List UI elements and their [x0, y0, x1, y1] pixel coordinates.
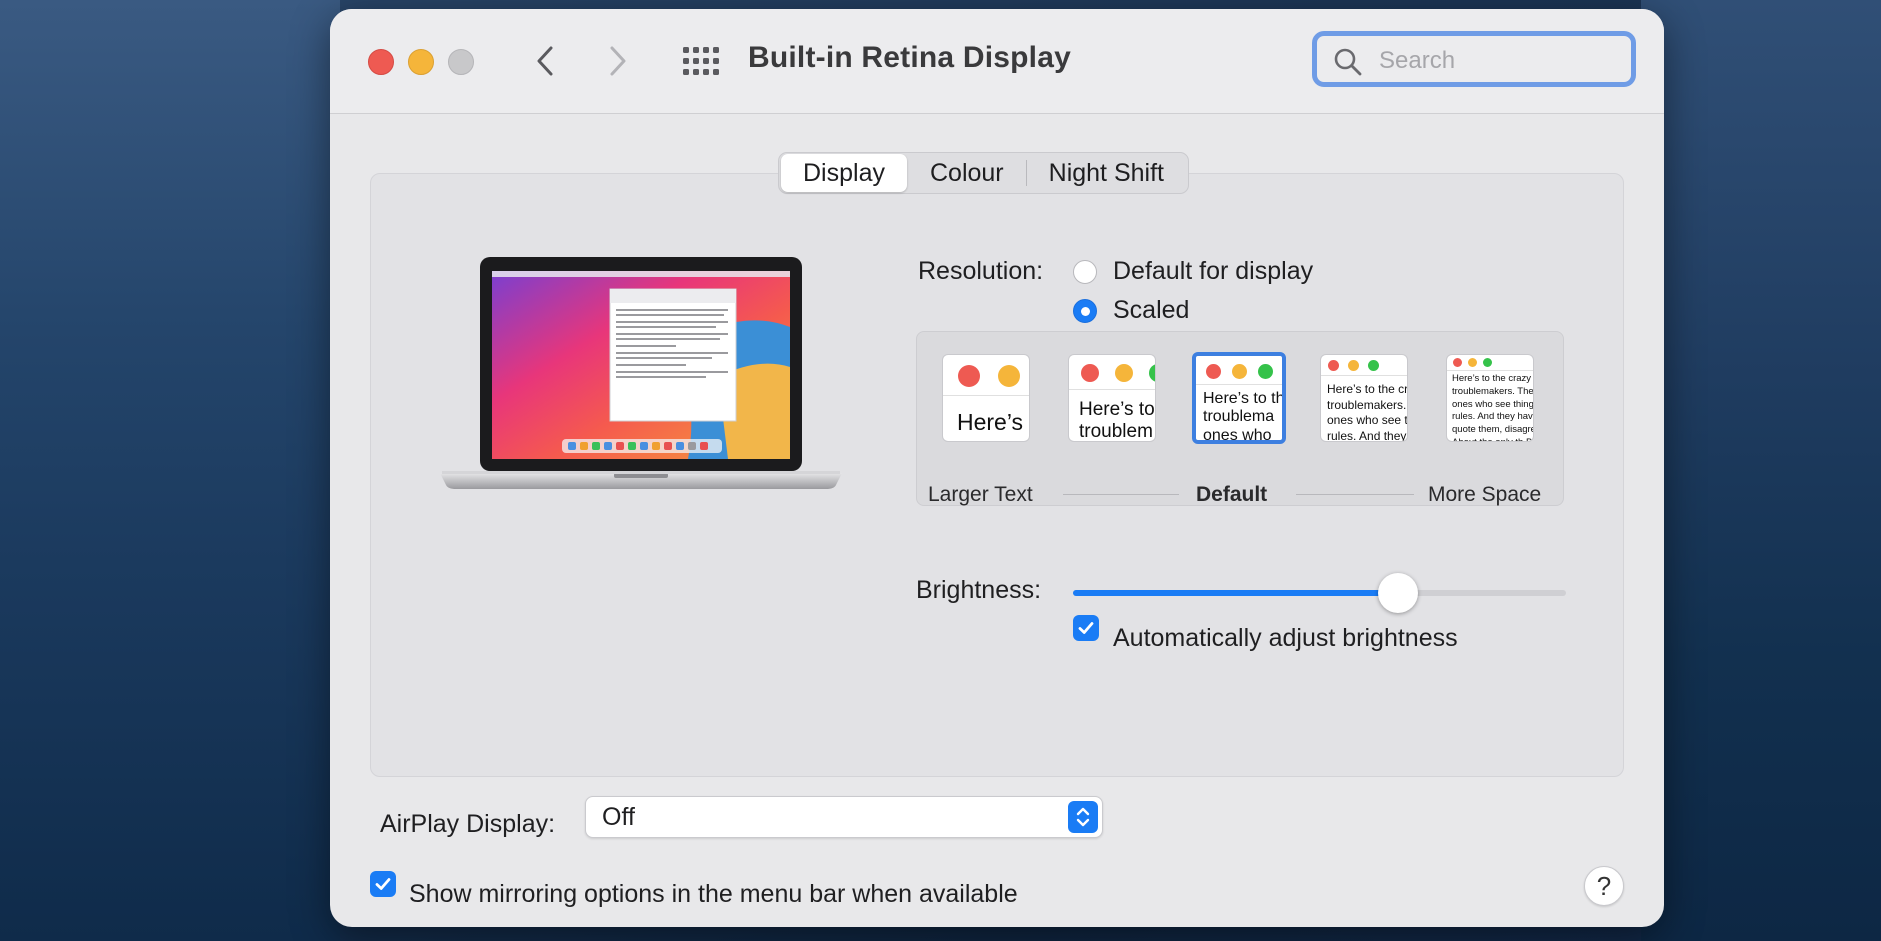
scale-option-larger-text[interactable]: Here’s — [942, 354, 1030, 442]
scale-option-more-space[interactable]: Here’s to the crazy ones troublemakers. … — [1446, 354, 1534, 442]
thumb-zoom-dot — [1368, 360, 1379, 371]
show-all-button[interactable] — [680, 45, 720, 77]
minimize-button[interactable] — [408, 49, 434, 75]
tab-display[interactable]: Display — [781, 154, 907, 192]
tab-bar: Display Colour Night Shift — [778, 152, 1189, 194]
checkmark-icon — [375, 878, 391, 890]
resolution-label: Resolution: — [918, 257, 1044, 285]
radio-scaled[interactable] — [1073, 299, 1097, 323]
thumb-zoom-dot — [1258, 364, 1273, 379]
checkmark-icon — [1078, 622, 1094, 634]
scale-label-more-space: More Space — [1428, 483, 1542, 506]
thumb-close-dot — [1453, 358, 1462, 367]
grid-icon — [683, 47, 719, 75]
search-field[interactable] — [1312, 31, 1636, 87]
thumb-close-dot — [958, 365, 980, 387]
thumb-zoom-dot — [1483, 358, 1492, 367]
airplay-display-value: Off — [602, 803, 635, 831]
tab-colour[interactable]: Colour — [908, 154, 1026, 192]
desktop-wallpaper-right — [1641, 0, 1881, 941]
search-input[interactable] — [1377, 44, 1621, 78]
close-button[interactable] — [368, 49, 394, 75]
scale-divider — [1296, 494, 1414, 495]
thumb-close-dot — [1206, 364, 1221, 379]
brightness-slider[interactable] — [1073, 590, 1566, 596]
updown-arrows-icon — [1068, 801, 1098, 833]
option-label-scaled: Scaled — [1113, 296, 1190, 324]
thumb-close-dot — [1081, 364, 1099, 382]
brightness-label: Brightness: — [916, 576, 1042, 604]
thumb-text: Here’s to the troublem — [1079, 399, 1155, 442]
window-title: Built-in Retina Display — [748, 41, 1071, 74]
search-icon — [1334, 48, 1362, 76]
thumb-min-dot — [998, 365, 1020, 387]
show-mirroring-label: Show mirroring options in the menu bar w… — [409, 880, 1018, 908]
back-button[interactable] — [528, 43, 562, 79]
title-bar: Built-in Retina Display — [330, 9, 1664, 114]
scale-label-default: Default — [1196, 483, 1268, 506]
system-preferences-window: Built-in Retina Display Display Colour N… — [330, 9, 1664, 927]
scale-divider — [1063, 494, 1179, 495]
scale-option-4[interactable]: Here’s to the crazy troublemakers. The o… — [1320, 354, 1408, 442]
forward-button[interactable] — [601, 43, 635, 79]
laptop-illustration — [440, 257, 842, 489]
show-mirroring-checkbox[interactable] — [370, 871, 396, 897]
scale-option-default[interactable]: Here’s to the troublema ones who — [1192, 352, 1286, 444]
zoom-button — [448, 49, 474, 75]
thumb-text: Here’s to the crazy ones troublemakers. … — [1452, 373, 1534, 441]
chevron-right-icon — [610, 46, 626, 76]
chevron-left-icon — [537, 46, 553, 76]
help-button[interactable]: ? — [1584, 866, 1624, 906]
scale-label-larger-text: Larger Text — [928, 483, 1033, 506]
thumb-min-dot — [1232, 364, 1247, 379]
thumb-min-dot — [1468, 358, 1477, 367]
scale-option-2[interactable]: Here’s to the troublem — [1068, 354, 1156, 442]
thumb-text: Here’s to the troublema ones who — [1203, 390, 1286, 444]
thumb-min-dot — [1115, 364, 1133, 382]
radio-default-for-display[interactable] — [1073, 260, 1097, 284]
brightness-slider-fill — [1073, 590, 1399, 596]
auto-brightness-checkbox[interactable] — [1073, 615, 1099, 641]
thumb-close-dot — [1328, 360, 1339, 371]
option-label-default: Default for display — [1113, 257, 1314, 285]
thumb-text: Here’s — [957, 409, 1024, 435]
tab-night-shift[interactable]: Night Shift — [1027, 154, 1186, 192]
thumb-text: Here’s to the crazy troublemakers. The o… — [1327, 382, 1408, 442]
airplay-display-label: AirPlay Display: — [380, 810, 556, 838]
desktop-wallpaper-left — [0, 0, 340, 941]
airplay-display-select[interactable]: Off — [585, 796, 1103, 838]
auto-brightness-label: Automatically adjust brightness — [1113, 624, 1458, 652]
thumb-min-dot — [1348, 360, 1359, 371]
